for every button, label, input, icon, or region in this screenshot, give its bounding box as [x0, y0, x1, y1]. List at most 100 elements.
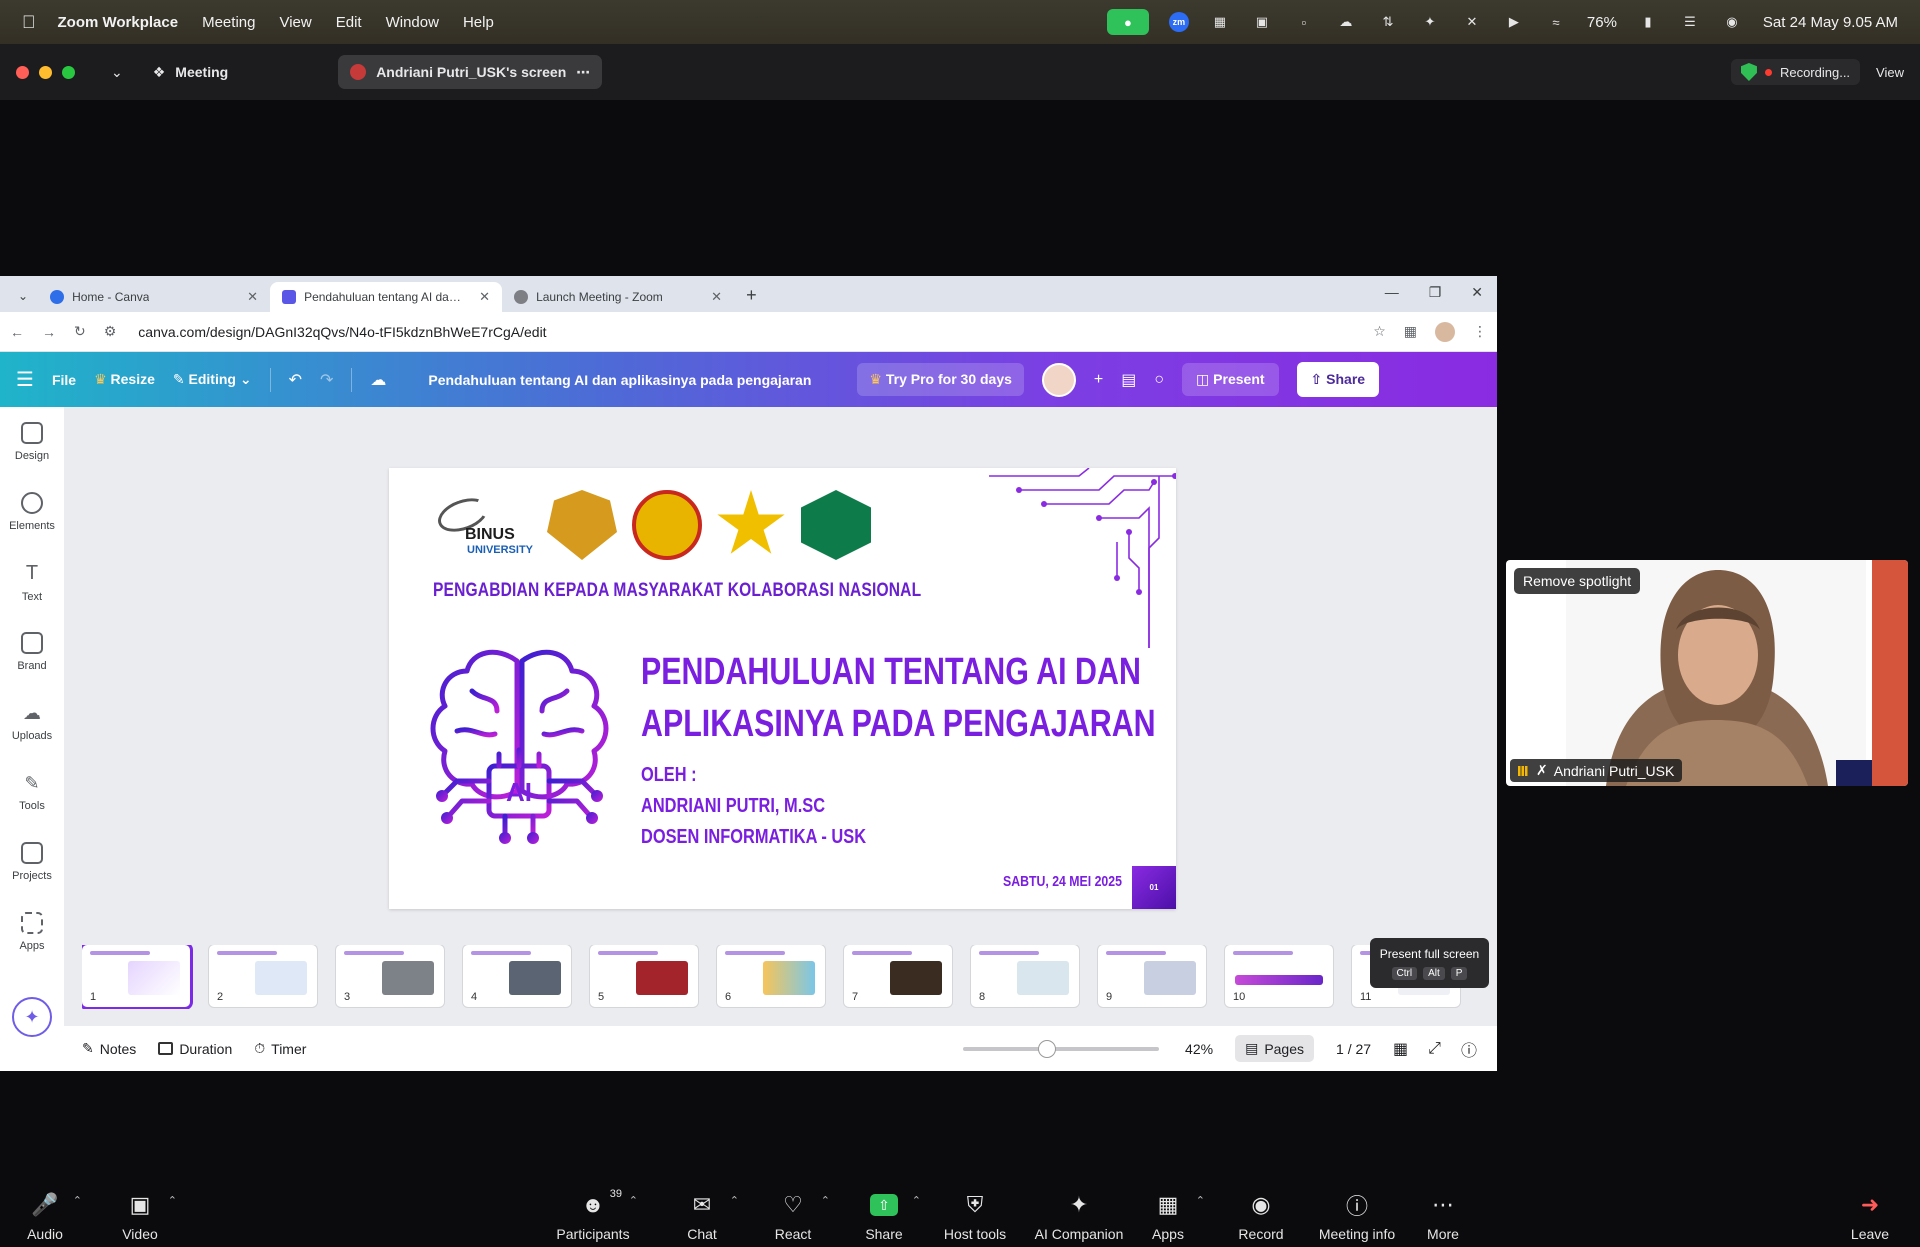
redo-icon[interactable]: ↷: [320, 370, 333, 390]
page-thumbnail[interactable]: 9: [1098, 945, 1206, 1007]
resize-button[interactable]: ♛ Resize: [94, 371, 155, 388]
battery-percent[interactable]: 76%: [1587, 14, 1617, 31]
network-icon[interactable]: ⇅: [1377, 13, 1399, 31]
siri-icon[interactable]: ◉: [1721, 13, 1743, 31]
control-center-icon[interactable]: ☰: [1679, 13, 1701, 31]
magic-sparkle-button[interactable]: ✦: [12, 997, 52, 1037]
apps-button[interactable]: ▦ ⌃ Apps: [1123, 1192, 1213, 1242]
duration-button[interactable]: Duration: [158, 1041, 232, 1057]
bluetooth-icon[interactable]: ✕: [1461, 13, 1483, 31]
kebab-menu-icon[interactable]: ⋮: [1473, 323, 1487, 340]
participants-options-caret[interactable]: ⌃: [629, 1194, 638, 1207]
screen-share-indicator[interactable]: Andriani Putri_USK's screen ⋯: [338, 55, 603, 89]
app-name-menu[interactable]: Zoom Workplace: [58, 14, 179, 31]
page-thumbnail[interactable]: 6: [717, 945, 825, 1007]
rail-elements[interactable]: Elements: [0, 477, 64, 547]
more-options-icon[interactable]: ⋯: [576, 64, 590, 81]
meeting-info-button[interactable]: ⓘ Meeting info: [1307, 1192, 1407, 1242]
rail-apps[interactable]: Apps: [0, 897, 64, 967]
menu-view[interactable]: View: [279, 14, 311, 31]
collaborator-avatar[interactable]: [1041, 362, 1076, 397]
fingerprint-icon[interactable]: ✦: [1419, 13, 1441, 31]
site-settings-icon[interactable]: ⚙: [104, 323, 117, 340]
page-thumbnail[interactable]: 7: [844, 945, 952, 1007]
cloud-saved-icon[interactable]: ☁: [370, 370, 386, 390]
tab-search-icon[interactable]: ⌄: [8, 289, 38, 312]
tab-canva-design[interactable]: Pendahuluan tentang AI dan ap ✕: [270, 282, 503, 312]
apps-options-caret[interactable]: ⌃: [1196, 1194, 1205, 1207]
minimize-icon[interactable]: —: [1385, 284, 1399, 301]
present-button[interactable]: ◫ Present: [1182, 363, 1279, 396]
clock[interactable]: Sat 24 May 9.05 AM: [1763, 14, 1898, 31]
grid-view-icon[interactable]: ▦: [1393, 1039, 1408, 1059]
rail-design[interactable]: Design: [0, 407, 64, 477]
remove-spotlight-button[interactable]: Remove spotlight: [1514, 568, 1641, 594]
file-menu[interactable]: File: [52, 372, 76, 388]
share-button[interactable]: ⇧ Share: [1296, 362, 1380, 397]
view-button[interactable]: View: [1876, 65, 1904, 80]
record-button[interactable]: ◉ Record: [1216, 1192, 1306, 1242]
zoom-camera-status-icon[interactable]: ●: [1106, 9, 1149, 35]
zoom-slider[interactable]: [963, 1039, 1160, 1058]
host-tools-button[interactable]: ⛨ Host tools: [930, 1192, 1020, 1242]
audio-button[interactable]: 🎤 ⌃ Audio: [0, 1192, 90, 1242]
recording-indicator[interactable]: Recording...: [1730, 59, 1861, 85]
hamburger-menu-icon[interactable]: ☰: [16, 367, 34, 392]
menu-help[interactable]: Help: [463, 14, 494, 31]
rail-text[interactable]: T Text: [0, 547, 64, 617]
play-icon[interactable]: ▶: [1503, 13, 1525, 31]
page-thumbnail[interactable]: 5: [590, 945, 698, 1007]
minimize-window-button[interactable]: [39, 65, 52, 79]
slide-canvas[interactable]: BINUS UNIVERSITY PENGABDIAN KEPADA MASYA…: [389, 468, 1176, 909]
close-icon[interactable]: ✕: [711, 289, 722, 305]
timer-button[interactable]: ⏱ Timer: [254, 1040, 306, 1057]
help-icon[interactable]: ⓘ: [1461, 1037, 1477, 1061]
video-options-caret[interactable]: ⌃: [168, 1194, 177, 1207]
insights-chart-icon[interactable]: ▤: [1121, 370, 1136, 390]
apple-icon[interactable]: : [22, 12, 36, 33]
reload-icon[interactable]: ↻: [74, 323, 86, 340]
participants-button[interactable]: ☻ 39 ⌃ Participants: [548, 1188, 638, 1242]
document-title[interactable]: Pendahuluan tentang AI dan aplikasinya p…: [428, 372, 811, 388]
rail-uploads[interactable]: ☁ Uploads: [0, 687, 64, 757]
battery-icon[interactable]: ▮: [1637, 13, 1659, 31]
url-field[interactable]: canva.com/design/DAGnI32qQvs/N4o-tFI5kdz…: [138, 324, 1355, 340]
editing-dropdown[interactable]: ✎ Editing ⌄: [173, 371, 252, 388]
video-button[interactable]: ▣ ⌃ Video: [95, 1192, 185, 1242]
close-icon[interactable]: ✕: [247, 289, 258, 305]
leave-button[interactable]: ➜ Leave: [1825, 1192, 1915, 1242]
add-collaborator-icon[interactable]: +: [1094, 371, 1103, 389]
more-button[interactable]: ⋯ More: [1398, 1192, 1488, 1242]
presenter-icon[interactable]: ▦: [1209, 13, 1231, 31]
page-thumbnail[interactable]: 3: [336, 945, 444, 1007]
chevron-down-icon[interactable]: ⌄: [111, 64, 123, 81]
rail-tools[interactable]: ✎ Tools: [0, 757, 64, 827]
fullscreen-expand-icon[interactable]: ⤢: [1428, 1040, 1441, 1058]
ai-companion-button[interactable]: ✦ AI Companion: [1024, 1192, 1134, 1242]
menu-edit[interactable]: Edit: [336, 14, 362, 31]
comment-icon[interactable]: ○: [1154, 371, 1164, 389]
page-thumbnail[interactable]: 8: [971, 945, 1079, 1007]
menu-meeting[interactable]: Meeting: [202, 14, 255, 31]
react-button[interactable]: ♡ ⌃ React: [748, 1192, 838, 1242]
participant-video-tile[interactable]: Remove spotlight ✗ Andriani Putri_USK: [1506, 560, 1908, 786]
page-thumbnail[interactable]: 2: [209, 945, 317, 1007]
tab-launch-meeting[interactable]: Launch Meeting - Zoom ✕: [502, 282, 734, 312]
page-thumbnail[interactable]: 1: [82, 945, 190, 1007]
menu-window[interactable]: Window: [386, 14, 439, 31]
zoom-slider-knob[interactable]: [1038, 1039, 1057, 1058]
extensions-icon[interactable]: ▦: [1404, 323, 1417, 340]
close-window-button[interactable]: [16, 65, 29, 79]
page-thumbnail[interactable]: 4: [463, 945, 571, 1007]
restore-icon[interactable]: ❐: [1429, 284, 1442, 301]
cloud-icon[interactable]: ☁: [1335, 13, 1357, 31]
rail-projects[interactable]: Projects: [0, 827, 64, 897]
undo-icon[interactable]: ↶: [289, 370, 302, 390]
notes-button[interactable]: ✎ Notes: [82, 1040, 136, 1057]
zoom-percent[interactable]: 42%: [1185, 1041, 1213, 1057]
teams-icon[interactable]: ▣: [1251, 13, 1273, 31]
profile-avatar[interactable]: [1435, 321, 1455, 342]
audio-options-caret[interactable]: ⌃: [73, 1194, 82, 1207]
try-pro-button[interactable]: ♛ Try Pro for 30 days: [857, 363, 1024, 396]
page-thumbnail[interactable]: 10: [1225, 945, 1333, 1007]
